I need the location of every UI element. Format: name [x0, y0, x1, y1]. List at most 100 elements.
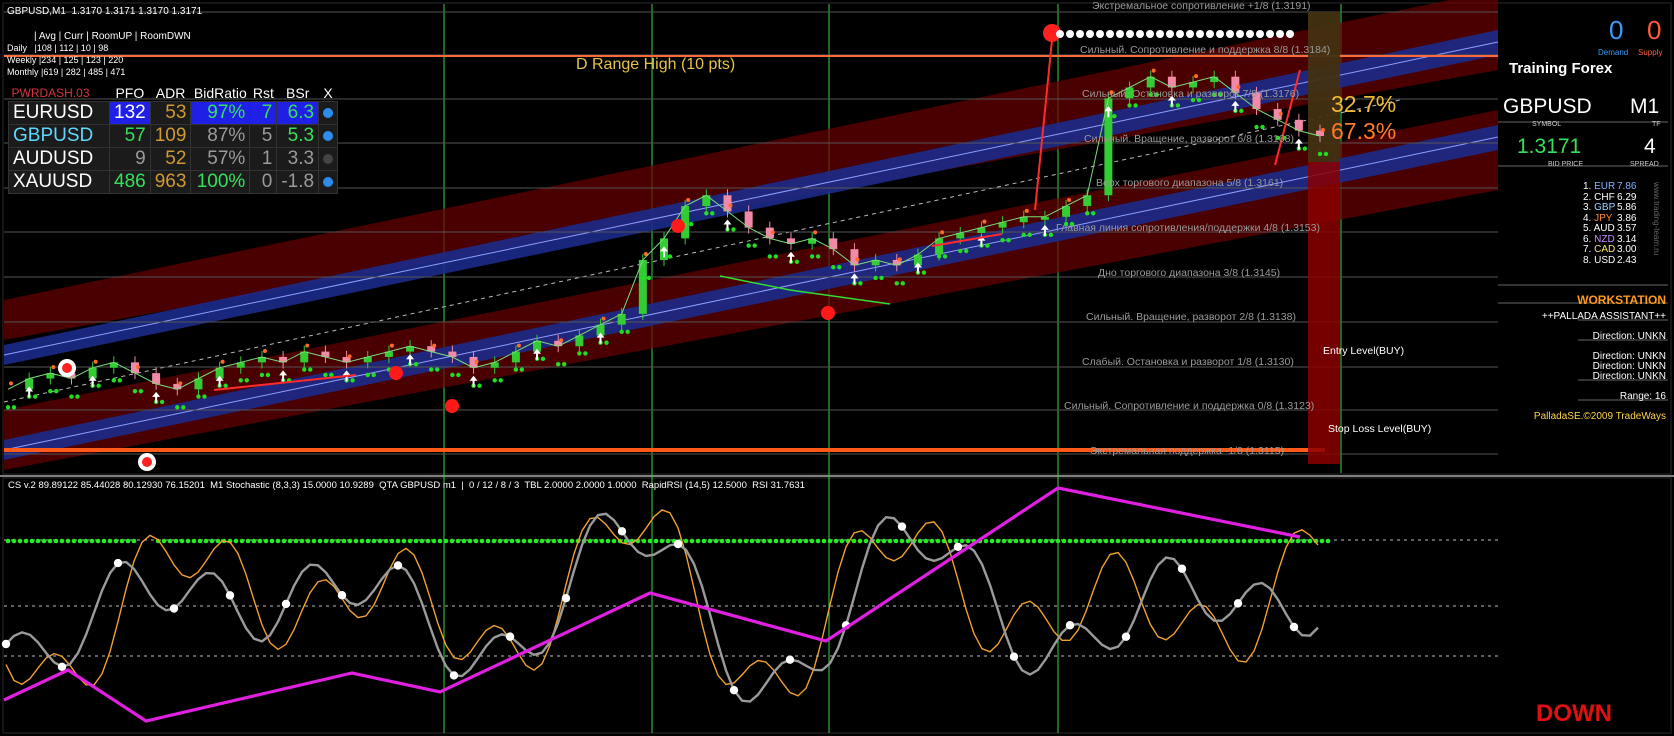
bsr-cell: -1.8 [276, 170, 320, 194]
osc-level-dot [719, 538, 725, 544]
osc-level-dot [1025, 538, 1031, 544]
osc-level-dot [515, 538, 521, 544]
osc-level-dot [725, 538, 731, 544]
signal-dot [821, 306, 835, 320]
support-dot [1260, 124, 1265, 130]
osc-level-dot [995, 538, 1001, 544]
osc-level-dot [299, 538, 305, 544]
osc-level-dot [197, 538, 203, 544]
support-dot [879, 275, 884, 281]
osc-level-dot [287, 538, 293, 544]
table-row[interactable]: AUDUSD 9 52 57% 1 3.3 [8, 147, 339, 171]
osc-level-dot [1037, 538, 1043, 544]
osc-level-dot [1271, 538, 1277, 544]
status-dot-icon [323, 154, 334, 164]
osc-level-dot [491, 538, 497, 544]
range-menu[interactable]: | Avg | Curr | RoomUP | RoomDWN [34, 31, 191, 42]
osc-level-dot [479, 538, 485, 544]
support-dot [265, 372, 271, 378]
level-dot [1056, 30, 1064, 38]
support-dot [450, 372, 455, 378]
osc-level-dot [839, 538, 845, 544]
bid-value: 1.3171 [1517, 135, 1582, 158]
website-label[interactable]: www.trading-team.ru [1652, 182, 1661, 255]
symbol-cell: GBPUSD [8, 124, 110, 148]
rst-cell: 1 [249, 147, 278, 171]
support-dot [54, 388, 59, 394]
osc-level-dot [1235, 538, 1241, 544]
support-dot [667, 254, 673, 259]
osc-level-dot [59, 538, 65, 544]
support-dot [48, 388, 53, 394]
support-dot [477, 383, 482, 388]
osc-level-dot [185, 538, 191, 544]
support-dot [1027, 232, 1032, 238]
osc-level-dot [887, 538, 893, 544]
support-dot [96, 383, 101, 388]
support-dot [202, 394, 207, 399]
resistance-dot [813, 230, 818, 235]
adr-cell: 963 [149, 170, 192, 194]
range-label: Range: 16 [1619, 391, 1666, 402]
level-dot [1176, 30, 1184, 38]
osc-level-dot [857, 538, 863, 544]
bidratio-cell: 57% [190, 147, 251, 171]
level-dot [1156, 30, 1164, 38]
spread-label: SPREAD [1630, 161, 1659, 168]
osc-level-dot [239, 538, 245, 544]
resistance-dot [1278, 111, 1283, 116]
spread-value: 4 [1644, 135, 1656, 158]
list-item: 8. USD 2.43 [1583, 254, 1637, 266]
resistance-dot [178, 381, 183, 386]
osc-level-dot [1193, 538, 1199, 544]
osc-point [617, 527, 627, 536]
support-dot [513, 367, 519, 372]
weekly-range: Weekly |234 | 125 | 123 | 220 [7, 55, 124, 65]
osc-level-dot [359, 538, 365, 544]
osc-level-dot [749, 538, 755, 544]
level-label: Сильный. Вращение, разворот 2/8 (1.3138) [1086, 311, 1296, 323]
table-row[interactable]: GBPUSD 57 109 87% 5 5.3 [8, 124, 339, 148]
osc-point [449, 671, 459, 680]
osc-level-dot [587, 538, 593, 544]
osc-level-dot [11, 538, 17, 544]
osc-level-dot [233, 538, 239, 544]
osc-level-dot [431, 538, 437, 544]
osc-level-dot [485, 538, 491, 544]
osc-point [1289, 622, 1299, 632]
tf-label: TF [1652, 121, 1661, 128]
support-dot [111, 378, 117, 383]
resistance-dot [1321, 127, 1325, 132]
table-row[interactable]: XAUUSD 486 963 100% 0 -1.8 [8, 170, 339, 194]
osc-point [1, 639, 11, 649]
osc-level-dot [821, 538, 827, 544]
osc-level-dot [1133, 538, 1139, 544]
osc-level-dot [17, 538, 23, 544]
support-dot [175, 405, 180, 410]
pfo-cell: 486 [109, 170, 151, 194]
support-dot [308, 367, 313, 372]
support-dot [858, 281, 863, 286]
support-dot [371, 372, 376, 378]
resistance-dot [9, 381, 13, 386]
osc-level-dot [797, 538, 803, 544]
level-dot [1086, 30, 1094, 38]
col-x[interactable]: X [319, 84, 338, 102]
support-dot [365, 372, 370, 378]
level-label: Экстремальная поддержка -1/8 (1.3115) [1090, 445, 1285, 457]
support-dot [1048, 232, 1054, 238]
resistance-dot [1194, 74, 1199, 79]
osc-level-dot [347, 538, 353, 544]
osc-level-dot [1001, 538, 1007, 544]
level-label: Сильный. Вращение, разворот 6/8 (1.3168) [1084, 133, 1294, 145]
support-dot [577, 351, 582, 356]
osc-level-dot [89, 538, 95, 544]
support-dot [69, 394, 74, 399]
table-row[interactable]: EURUSD 132 53 97% 7 6.3 [8, 101, 339, 125]
adr-cell: 109 [149, 124, 192, 148]
resistance-dot [262, 348, 267, 353]
osc-level-dot [257, 538, 263, 544]
status-dot-icon [323, 177, 334, 187]
col-bidratio: BidRatio [193, 84, 247, 101]
direction-label: Direction: UNKN [1592, 331, 1666, 342]
